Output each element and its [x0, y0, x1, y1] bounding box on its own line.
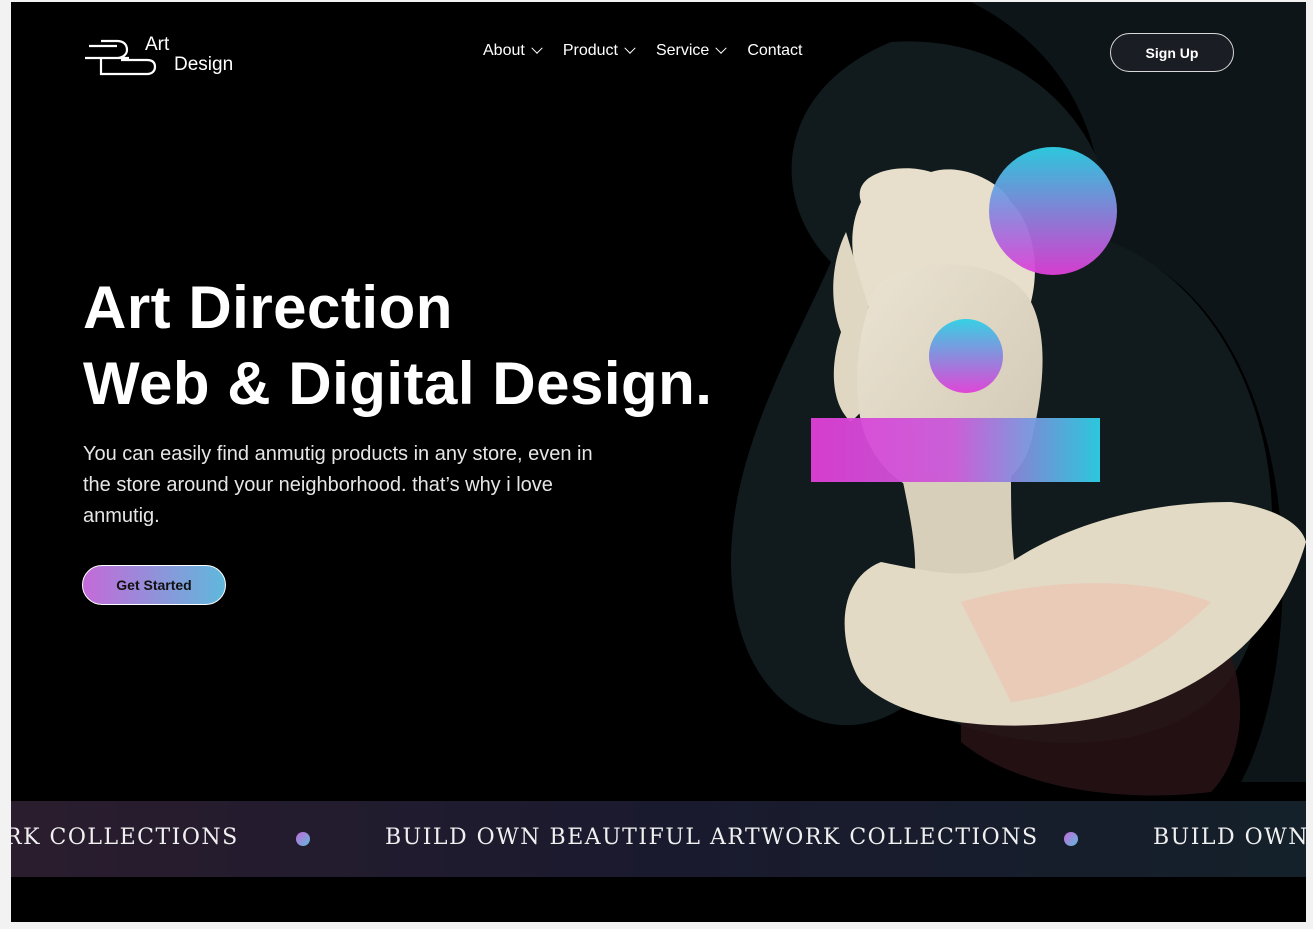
nav-item-about[interactable]: About [483, 42, 543, 60]
landing-page: Art Design About Product Service Contact… [11, 2, 1306, 922]
hero-title: Art Direction Web & Digital Design. [83, 270, 712, 422]
marquee-text: BUILD OWN B [1153, 825, 1306, 850]
gradient-circle-large [989, 147, 1117, 275]
hero-title-line1: Art Direction [83, 274, 453, 341]
chevron-down-icon [624, 42, 636, 54]
dot-icon [1064, 832, 1078, 846]
marquee-text: BUILD OWN BEAUTIFUL ARTWORK COLLECTIONS [385, 825, 1039, 850]
brand-line2: Design [174, 54, 234, 75]
nav-item-label: Product [562, 42, 618, 59]
nav-item-product[interactable]: Product [562, 42, 636, 60]
brand-line1: Art [145, 34, 170, 55]
dot-icon [296, 832, 310, 846]
gradient-circle-small [929, 319, 1003, 393]
gradient-bar [811, 418, 1100, 482]
nav-item-label: Service [655, 42, 710, 59]
nav-item-label: About [483, 42, 525, 59]
marquee-banner: RK COLLECTIONS BUILD OWN BEAUTIFUL ARTWO… [11, 801, 1306, 877]
sculpture-illustration [811, 147, 1306, 726]
chevron-down-icon [531, 42, 543, 54]
get-started-button[interactable]: Get Started [82, 565, 226, 605]
hero-title-line2: Web & Digital Design. [83, 350, 713, 417]
marquee-text: RK COLLECTIONS [11, 825, 239, 850]
hero-description: You can easily find anmutig products in … [83, 443, 593, 527]
